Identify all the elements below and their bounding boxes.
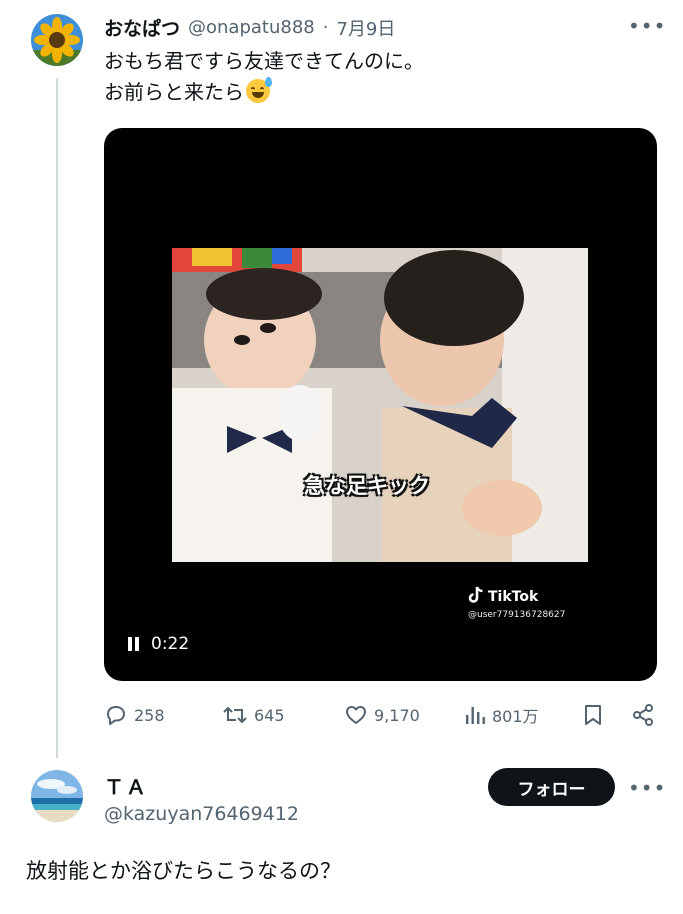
share-button[interactable]	[631, 703, 655, 727]
tiktok-watermark: TikTok	[468, 586, 538, 608]
tweet-header: おなぱつ @onapatu888 · 7月9日	[104, 14, 395, 41]
reply-display-name[interactable]: ＴＡ	[104, 771, 148, 800]
analytics-icon	[464, 703, 486, 727]
repost-icon	[222, 703, 248, 727]
tweet-text-line-2-text: お前らと来たら	[104, 80, 244, 104]
tweet-text-line-1: おもち君ですら友達できてんのに。	[104, 49, 424, 73]
author-name[interactable]: おなぱつ	[104, 14, 180, 41]
heart-icon	[344, 703, 368, 727]
like-button[interactable]: 9,170	[344, 703, 420, 727]
meta-separator: ·	[322, 17, 329, 38]
tiktok-username: @user779136728627	[468, 610, 566, 620]
author-avatar[interactable]	[31, 14, 83, 66]
repost-count: 645	[254, 705, 285, 725]
views-button[interactable]: 801万	[464, 703, 539, 727]
reply-more-options-icon[interactable]: •••	[628, 776, 666, 800]
share-icon	[631, 703, 655, 727]
repost-button[interactable]: 645	[222, 703, 285, 727]
tweet-date[interactable]: 7月9日	[336, 15, 395, 41]
video-timestamp: 0:22	[151, 634, 190, 654]
video-player[interactable]: 急な足キック TikTok @user779136728627 0:22	[104, 128, 657, 681]
reply-author-handle[interactable]: @kazuyan76469412	[104, 803, 299, 825]
tweet-text: おもち君ですら友達できてんのに。 お前らと来たら	[104, 46, 424, 108]
bookmark-icon	[582, 703, 604, 727]
bookmark-button[interactable]	[582, 703, 604, 727]
reply-author-avatar[interactable]	[31, 770, 83, 822]
player-controls: 0:22	[128, 634, 189, 654]
video-caption: 急な足キック	[304, 474, 430, 498]
reply-button[interactable]: 258	[104, 703, 165, 727]
tiktok-logo-icon	[468, 586, 484, 608]
reply-count: 258	[134, 705, 165, 725]
video-frame: 急な足キック	[172, 248, 588, 562]
reply-header: ＴＡ	[104, 771, 148, 800]
more-options-icon[interactable]: •••	[628, 14, 666, 38]
grinning-sweat-emoji-icon	[246, 77, 272, 103]
tweet-text-line-2: お前らと来たら	[104, 77, 424, 108]
reply-icon	[104, 703, 128, 727]
thread-connector-line	[56, 78, 58, 758]
author-handle[interactable]: @onapatu888	[188, 17, 315, 38]
reply-text: 放射能とか浴びたらこうなるの？	[26, 859, 341, 883]
tweet-actions: 258 645 9,170 801万	[104, 703, 657, 731]
follow-button[interactable]: フォロー	[488, 768, 615, 806]
like-count: 9,170	[374, 705, 420, 725]
views-count: 801万	[492, 707, 539, 726]
tiktok-watermark-text: TikTok	[488, 589, 539, 605]
pause-icon[interactable]	[128, 637, 139, 651]
